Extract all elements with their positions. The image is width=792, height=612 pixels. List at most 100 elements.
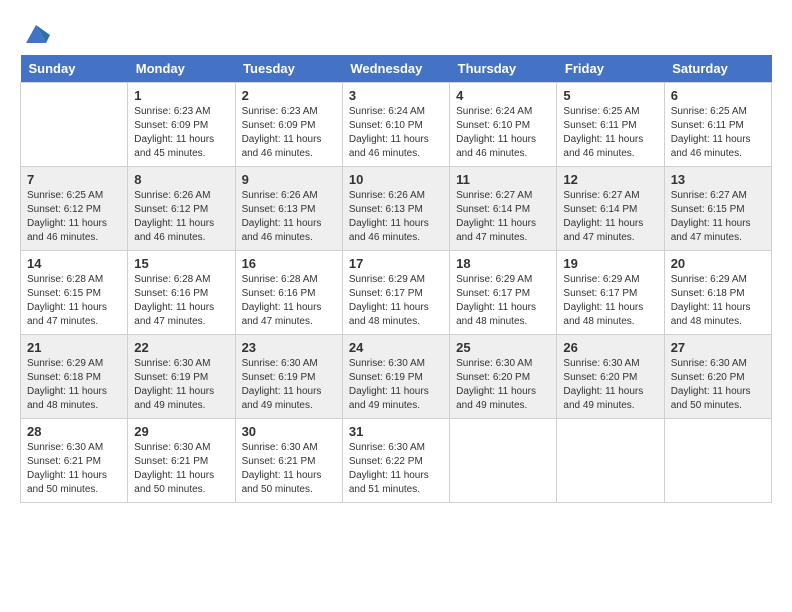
day-info: Sunrise: 6:26 AM Sunset: 6:12 PM Dayligh… [134, 189, 228, 245]
calendar-week-row: 7 Sunrise: 6:25 AM Sunset: 6:12 PM Daylig… [21, 167, 772, 251]
column-header-monday: Monday [128, 55, 235, 83]
day-number: 23 [242, 340, 336, 355]
day-number: 20 [671, 256, 765, 271]
calendar-cell: 21Sunrise: 6:29 AM Sunset: 6:18 PM Dayli… [21, 335, 128, 419]
calendar-cell: 4Sunrise: 6:24 AM Sunset: 6:10 PM Daylig… [450, 83, 557, 167]
day-info: Sunrise: 6:25 AM Sunset: 6:11 PM Dayligh… [671, 105, 765, 161]
logo-icon [22, 21, 50, 45]
day-number: 21 [27, 340, 121, 355]
calendar-cell: 27Sunrise: 6:30 AM Sunset: 6:20 PM Dayli… [664, 335, 771, 419]
calendar-cell: 12 Sunrise: 6:27 AM Sunset: 6:14 PM Dayli… [557, 167, 664, 251]
calendar-week-row: 14 Sunrise: 6:28 AM Sunset: 6:15 PM Dayli… [21, 251, 772, 335]
day-number: 18 [456, 256, 550, 271]
day-info: Sunrise: 6:30 AM Sunset: 6:19 PM Dayligh… [134, 357, 228, 413]
calendar-cell: 15 Sunrise: 6:28 AM Sunset: 6:16 PM Dayli… [128, 251, 235, 335]
day-info: Sunrise: 6:29 AM Sunset: 6:17 PM Dayligh… [456, 273, 550, 329]
day-number: 22 [134, 340, 228, 355]
day-info: Sunrise: 6:29 AM Sunset: 6:18 PM Dayligh… [671, 273, 765, 329]
day-number: 31 [349, 424, 443, 439]
day-info: Sunrise: 6:30 AM Sunset: 6:20 PM Dayligh… [456, 357, 550, 413]
calendar-cell [557, 419, 664, 503]
calendar-header-row: SundayMondayTuesdayWednesdayThursdayFrid… [21, 55, 772, 83]
day-info: Sunrise: 6:27 AM Sunset: 6:14 PM Dayligh… [563, 189, 657, 245]
day-info: Sunrise: 6:27 AM Sunset: 6:14 PM Dayligh… [456, 189, 550, 245]
day-number: 5 [563, 88, 657, 103]
column-header-wednesday: Wednesday [342, 55, 449, 83]
day-number: 10 [349, 172, 443, 187]
calendar-cell [664, 419, 771, 503]
day-number: 17 [349, 256, 443, 271]
day-info: Sunrise: 6:28 AM Sunset: 6:15 PM Dayligh… [27, 273, 121, 329]
page-header [20, 20, 772, 45]
day-info: Sunrise: 6:30 AM Sunset: 6:19 PM Dayligh… [242, 357, 336, 413]
day-info: Sunrise: 6:23 AM Sunset: 6:09 PM Dayligh… [242, 105, 336, 161]
day-info: Sunrise: 6:30 AM Sunset: 6:20 PM Dayligh… [671, 357, 765, 413]
day-number: 29 [134, 424, 228, 439]
calendar-cell: 19 Sunrise: 6:29 AM Sunset: 6:17 PM Dayli… [557, 251, 664, 335]
day-number: 14 [27, 256, 121, 271]
day-number: 12 [563, 172, 657, 187]
column-header-thursday: Thursday [450, 55, 557, 83]
calendar-cell: 14 Sunrise: 6:28 AM Sunset: 6:15 PM Dayli… [21, 251, 128, 335]
day-number: 26 [563, 340, 657, 355]
calendar-cell: 5 Sunrise: 6:25 AM Sunset: 6:11 PM Daylig… [557, 83, 664, 167]
day-number: 28 [27, 424, 121, 439]
day-number: 1 [134, 88, 228, 103]
day-number: 25 [456, 340, 550, 355]
calendar-cell: 7 Sunrise: 6:25 AM Sunset: 6:12 PM Daylig… [21, 167, 128, 251]
day-info: Sunrise: 6:26 AM Sunset: 6:13 PM Dayligh… [242, 189, 336, 245]
calendar-cell: 11 Sunrise: 6:27 AM Sunset: 6:14 PM Dayli… [450, 167, 557, 251]
calendar-table: SundayMondayTuesdayWednesdayThursdayFrid… [20, 55, 772, 503]
day-number: 2 [242, 88, 336, 103]
day-info: Sunrise: 6:29 AM Sunset: 6:17 PM Dayligh… [349, 273, 443, 329]
day-info: Sunrise: 6:24 AM Sunset: 6:10 PM Dayligh… [349, 105, 443, 161]
day-info: Sunrise: 6:24 AM Sunset: 6:10 PM Dayligh… [456, 105, 550, 161]
calendar-cell: 8 Sunrise: 6:26 AM Sunset: 6:12 PM Daylig… [128, 167, 235, 251]
calendar-cell: 6 Sunrise: 6:25 AM Sunset: 6:11 PM Daylig… [664, 83, 771, 167]
logo [20, 20, 50, 45]
day-info: Sunrise: 6:28 AM Sunset: 6:16 PM Dayligh… [242, 273, 336, 329]
day-number: 30 [242, 424, 336, 439]
calendar-cell: 20 Sunrise: 6:29 AM Sunset: 6:18 PM Dayli… [664, 251, 771, 335]
day-number: 3 [349, 88, 443, 103]
column-header-friday: Friday [557, 55, 664, 83]
day-info: Sunrise: 6:30 AM Sunset: 6:21 PM Dayligh… [134, 441, 228, 497]
calendar-cell: 29 Sunrise: 6:30 AM Sunset: 6:21 PM Dayli… [128, 419, 235, 503]
day-info: Sunrise: 6:26 AM Sunset: 6:13 PM Dayligh… [349, 189, 443, 245]
calendar-cell [450, 419, 557, 503]
day-number: 15 [134, 256, 228, 271]
day-number: 11 [456, 172, 550, 187]
logo-text [20, 20, 50, 45]
day-info: Sunrise: 6:27 AM Sunset: 6:15 PM Dayligh… [671, 189, 765, 245]
column-header-sunday: Sunday [21, 55, 128, 83]
day-info: Sunrise: 6:28 AM Sunset: 6:16 PM Dayligh… [134, 273, 228, 329]
calendar-cell: 16Sunrise: 6:28 AM Sunset: 6:16 PM Dayli… [235, 251, 342, 335]
calendar-cell: 23 Sunrise: 6:30 AM Sunset: 6:19 PM Dayli… [235, 335, 342, 419]
day-info: Sunrise: 6:25 AM Sunset: 6:11 PM Dayligh… [563, 105, 657, 161]
calendar-cell: 18 Sunrise: 6:29 AM Sunset: 6:17 PM Dayli… [450, 251, 557, 335]
day-info: Sunrise: 6:30 AM Sunset: 6:20 PM Dayligh… [563, 357, 657, 413]
day-number: 19 [563, 256, 657, 271]
column-header-saturday: Saturday [664, 55, 771, 83]
day-info: Sunrise: 6:23 AM Sunset: 6:09 PM Dayligh… [134, 105, 228, 161]
calendar-week-row: 1 Sunrise: 6:23 AM Sunset: 6:09 PM Daylig… [21, 83, 772, 167]
day-number: 6 [671, 88, 765, 103]
calendar-cell: 9Sunrise: 6:26 AM Sunset: 6:13 PM Daylig… [235, 167, 342, 251]
calendar-cell: 3 Sunrise: 6:24 AM Sunset: 6:10 PM Daylig… [342, 83, 449, 167]
calendar-cell: 25 Sunrise: 6:30 AM Sunset: 6:20 PM Dayli… [450, 335, 557, 419]
day-number: 8 [134, 172, 228, 187]
day-info: Sunrise: 6:29 AM Sunset: 6:17 PM Dayligh… [563, 273, 657, 329]
calendar-cell: 26 Sunrise: 6:30 AM Sunset: 6:20 PM Dayli… [557, 335, 664, 419]
day-info: Sunrise: 6:30 AM Sunset: 6:22 PM Dayligh… [349, 441, 443, 497]
day-info: Sunrise: 6:25 AM Sunset: 6:12 PM Dayligh… [27, 189, 121, 245]
calendar-cell: 22 Sunrise: 6:30 AM Sunset: 6:19 PM Dayli… [128, 335, 235, 419]
day-info: Sunrise: 6:30 AM Sunset: 6:21 PM Dayligh… [27, 441, 121, 497]
calendar-week-row: 21Sunrise: 6:29 AM Sunset: 6:18 PM Dayli… [21, 335, 772, 419]
calendar-cell: 31 Sunrise: 6:30 AM Sunset: 6:22 PM Dayli… [342, 419, 449, 503]
calendar-cell: 1 Sunrise: 6:23 AM Sunset: 6:09 PM Daylig… [128, 83, 235, 167]
day-number: 7 [27, 172, 121, 187]
calendar-week-row: 28 Sunrise: 6:30 AM Sunset: 6:21 PM Dayli… [21, 419, 772, 503]
calendar-cell: 13 Sunrise: 6:27 AM Sunset: 6:15 PM Dayli… [664, 167, 771, 251]
calendar-cell: 28 Sunrise: 6:30 AM Sunset: 6:21 PM Dayli… [21, 419, 128, 503]
day-number: 13 [671, 172, 765, 187]
